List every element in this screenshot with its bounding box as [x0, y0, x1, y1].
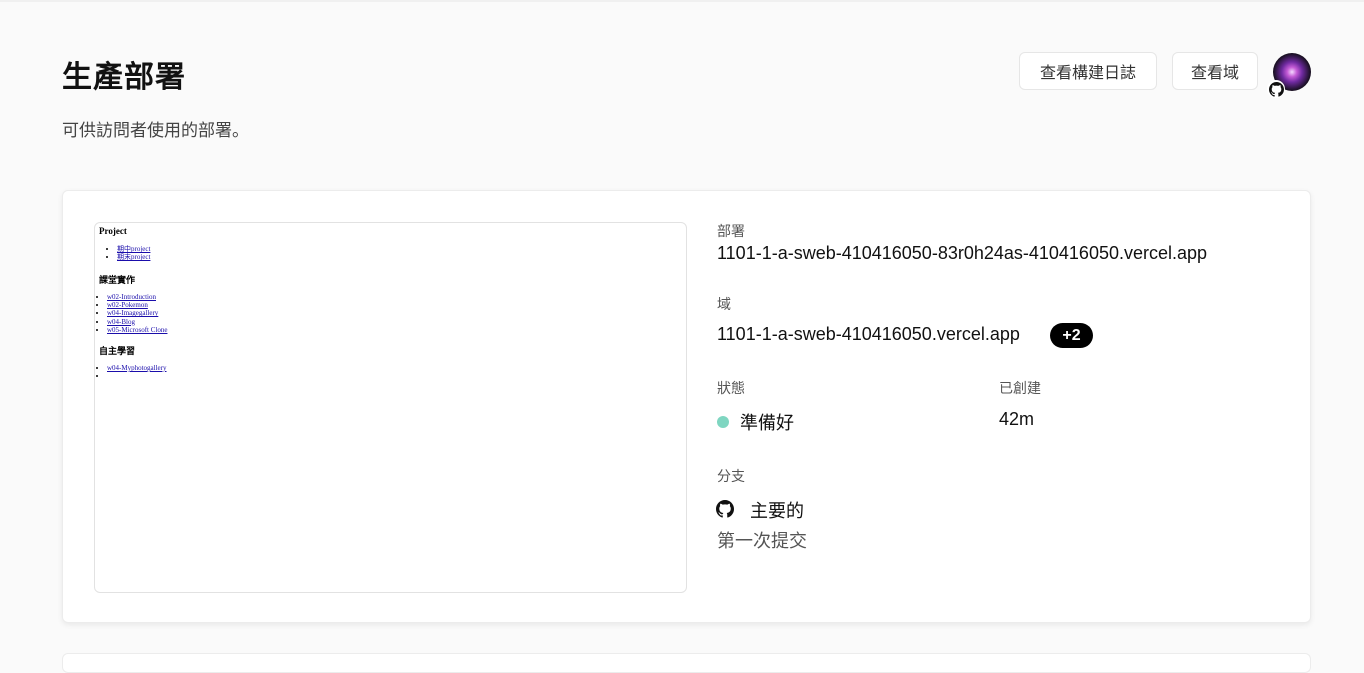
- page-subtitle: 可供訪問者使用的部署。: [62, 121, 249, 140]
- status-value: 準備好: [740, 413, 794, 433]
- preview-list: w02-Introduction w02-Pokemon w04-Imagega…: [99, 293, 167, 334]
- preview-link: w05-Microsoft Clone: [107, 325, 168, 334]
- branch-value-link[interactable]: 主要的: [750, 497, 804, 523]
- page-title: 生產部署: [62, 61, 186, 94]
- preview-link: 期末project: [117, 253, 151, 262]
- view-domains-button[interactable]: 查看域: [1172, 52, 1258, 90]
- github-badge-icon: [1267, 80, 1285, 98]
- top-divider: [0, 0, 1364, 2]
- list-item: w04-Blog: [107, 318, 167, 326]
- preview-link: w04-Blog: [107, 317, 135, 326]
- extra-domains-badge[interactable]: +2: [1050, 323, 1093, 348]
- list-item: w02-Introduction: [107, 293, 167, 301]
- created-value: 42m: [999, 409, 1035, 429]
- list-item: w02-Pokemon: [107, 301, 167, 309]
- status-label: 狀態: [717, 380, 745, 396]
- preview-list: w04-Myphotogallery: [99, 364, 167, 380]
- deployment-label: 部署: [717, 223, 745, 239]
- preview-link: w04-Imagegallery: [107, 309, 159, 318]
- domain-label: 域: [717, 296, 731, 312]
- deployment-card: Project 期中project 期末project 課堂實作 w02-Int…: [62, 190, 1311, 623]
- list-item: w04-Imagegallery: [107, 309, 167, 317]
- status-dot-icon: [717, 416, 729, 428]
- preview-link: w02-Introduction: [107, 293, 156, 301]
- deployment-preview[interactable]: Project 期中project 期末project 課堂實作 w02-Int…: [94, 222, 687, 593]
- list-item: 期末project: [117, 253, 150, 261]
- list-item: w04-Myphotogallery: [107, 364, 167, 372]
- preview-link: w02-Pokemon: [107, 301, 148, 310]
- view-build-logs-button[interactable]: 查看構建日誌: [1019, 52, 1157, 90]
- deployment-url-link[interactable]: 1101-1-a-sweb-410416050-83r0h24as-410416…: [717, 243, 1207, 264]
- preview-heading: Project: [99, 226, 127, 236]
- preview-link: w04-Myphotogallery: [107, 364, 167, 372]
- list-item: 期中project: [117, 245, 150, 253]
- preview-heading: 課堂實作: [99, 275, 136, 285]
- preview-list: 期中project 期末project: [109, 245, 150, 261]
- list-item: w05-Microsoft Clone: [107, 326, 167, 334]
- commit-message-link[interactable]: 第一次提交: [717, 527, 807, 553]
- created-label: 已創建: [999, 380, 1041, 396]
- preview-heading: 自主學習: [99, 346, 136, 356]
- list-item: [107, 372, 167, 380]
- preview-link: 期中project: [117, 245, 151, 253]
- domain-url-link[interactable]: 1101-1-a-sweb-410416050.vercel.app: [717, 324, 1020, 345]
- branch-label: 分支: [717, 468, 745, 484]
- github-icon: [716, 500, 734, 518]
- next-deployment-card: [62, 653, 1311, 673]
